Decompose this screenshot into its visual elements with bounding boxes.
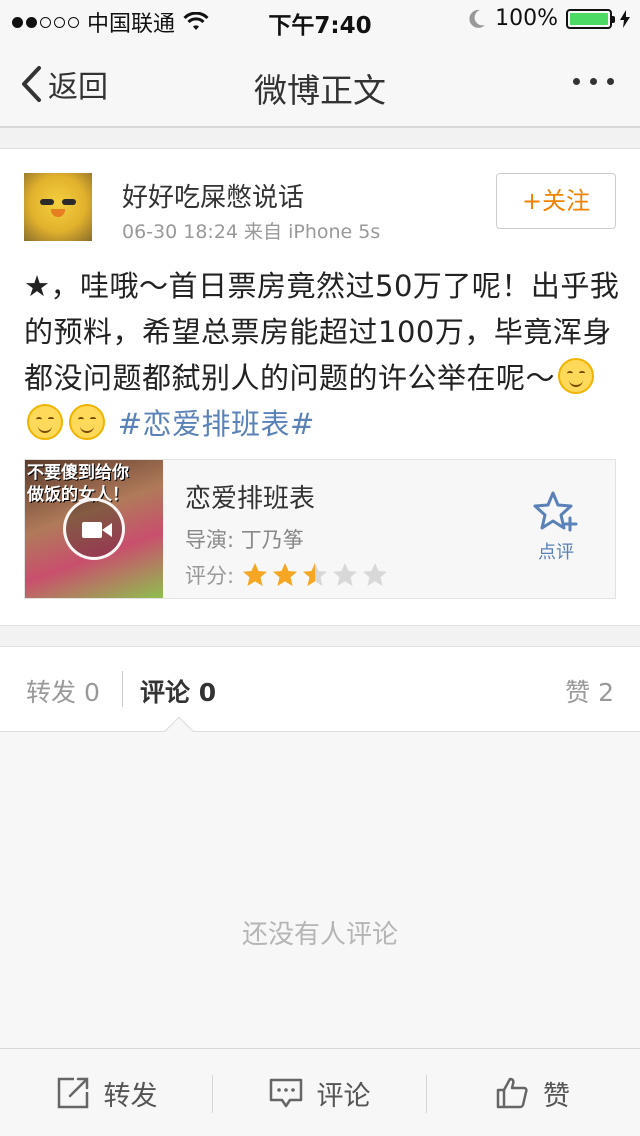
rating-label: 评分: xyxy=(185,564,235,588)
movie-card[interactable]: 不要傻到给你 做饭的女人！ 恋爱排班表 导演: 丁乃筝 评分: 点评 xyxy=(24,459,616,599)
video-camera-icon xyxy=(82,522,102,538)
charging-bolt-icon xyxy=(620,9,630,28)
empty-comments-message: 还没有人评论 xyxy=(241,920,398,950)
bottom-toolbar: 转发 评论 赞 xyxy=(0,1048,640,1136)
rating-stars xyxy=(242,562,388,588)
like-label: 赞 xyxy=(543,1080,570,1112)
thumb-caption-line1: 不要傻到给你 xyxy=(27,463,129,483)
movie-rating: 评分: xyxy=(185,560,388,590)
post-body: ★，哇哦～首日票房竟然过50万了呢！出乎我的预料，希望总票房能超过100万，毕竟… xyxy=(24,269,620,395)
movie-thumbnail[interactable]: 不要傻到给你 做饭的女人！ xyxy=(25,460,163,598)
more-dot-icon xyxy=(573,78,580,85)
smile-emoji-icon xyxy=(558,358,595,394)
avatar-eye-icon xyxy=(62,199,76,205)
more-dot-icon xyxy=(607,78,614,85)
post-card: 好好吃屎憋说话 06-30 18:24 来自 iPhone 5s +关注 ★，哇… xyxy=(0,148,640,626)
topic-link[interactable]: #恋爱排班表# xyxy=(118,407,315,441)
comments-area: 还没有人评论 xyxy=(0,732,640,1048)
post-meta: 06-30 18:24 来自 iPhone 5s xyxy=(122,221,381,243)
username[interactable]: 好好吃屎憋说话 xyxy=(122,177,304,214)
movie-director: 导演: 丁乃筝 xyxy=(185,528,304,552)
smile-emoji-icon xyxy=(69,404,105,440)
review-label: 点评 xyxy=(538,542,574,563)
tab-comment[interactable]: 评论 0 xyxy=(140,673,216,709)
review-button[interactable]: 点评 xyxy=(531,490,581,564)
star-plus-icon xyxy=(533,491,578,532)
avatar-eye-icon xyxy=(40,199,54,205)
post-text: ★，哇哦～首日票房竟然过50万了呢！出乎我的预料，希望总票房能超过100万，毕竟… xyxy=(24,263,620,447)
page-title: 微博正文 xyxy=(254,71,386,110)
battery-percent: 100% xyxy=(495,6,558,31)
like-button[interactable]: 赞 xyxy=(426,1049,639,1136)
thumb-caption: 不要傻到给你 做饭的女人！ xyxy=(27,462,129,506)
star-empty-icon xyxy=(363,563,388,586)
interaction-tabs: 转发 0 评论 0 赞 2 xyxy=(0,646,640,748)
comment-label: 评论 xyxy=(316,1080,371,1112)
tab-like[interactable]: 赞 2 xyxy=(565,673,614,709)
star-half-icon xyxy=(303,563,328,586)
navigation-bar: 返回 微博正文 xyxy=(0,40,640,128)
comment-button[interactable]: 评论 xyxy=(213,1049,426,1136)
status-bar: 中国联通 下午7:40 100% xyxy=(0,0,640,40)
repost-label: 转发 xyxy=(103,1080,158,1112)
more-dot-icon xyxy=(590,78,597,85)
tab-divider xyxy=(122,671,123,707)
status-right: 100% xyxy=(467,6,630,31)
avatar[interactable] xyxy=(24,173,92,241)
star-filled-icon xyxy=(243,563,268,586)
star-filled-icon xyxy=(273,563,298,586)
tab-repost[interactable]: 转发 0 xyxy=(26,673,100,709)
battery-icon xyxy=(566,8,615,29)
avatar-beak-icon xyxy=(51,209,65,217)
repost-button[interactable]: 转发 xyxy=(0,1049,213,1136)
follow-button[interactable]: +关注 xyxy=(496,173,616,229)
smile-emoji-icon xyxy=(27,404,63,440)
do-not-disturb-moon-icon xyxy=(469,9,486,28)
movie-title: 恋爱排班表 xyxy=(185,484,316,514)
thumbs-up-icon xyxy=(496,1077,528,1109)
comment-icon xyxy=(269,1078,302,1108)
star-empty-icon xyxy=(333,563,358,586)
video-play-icon[interactable] xyxy=(63,498,125,560)
repost-icon xyxy=(57,1077,88,1109)
more-options-button[interactable] xyxy=(573,78,614,85)
